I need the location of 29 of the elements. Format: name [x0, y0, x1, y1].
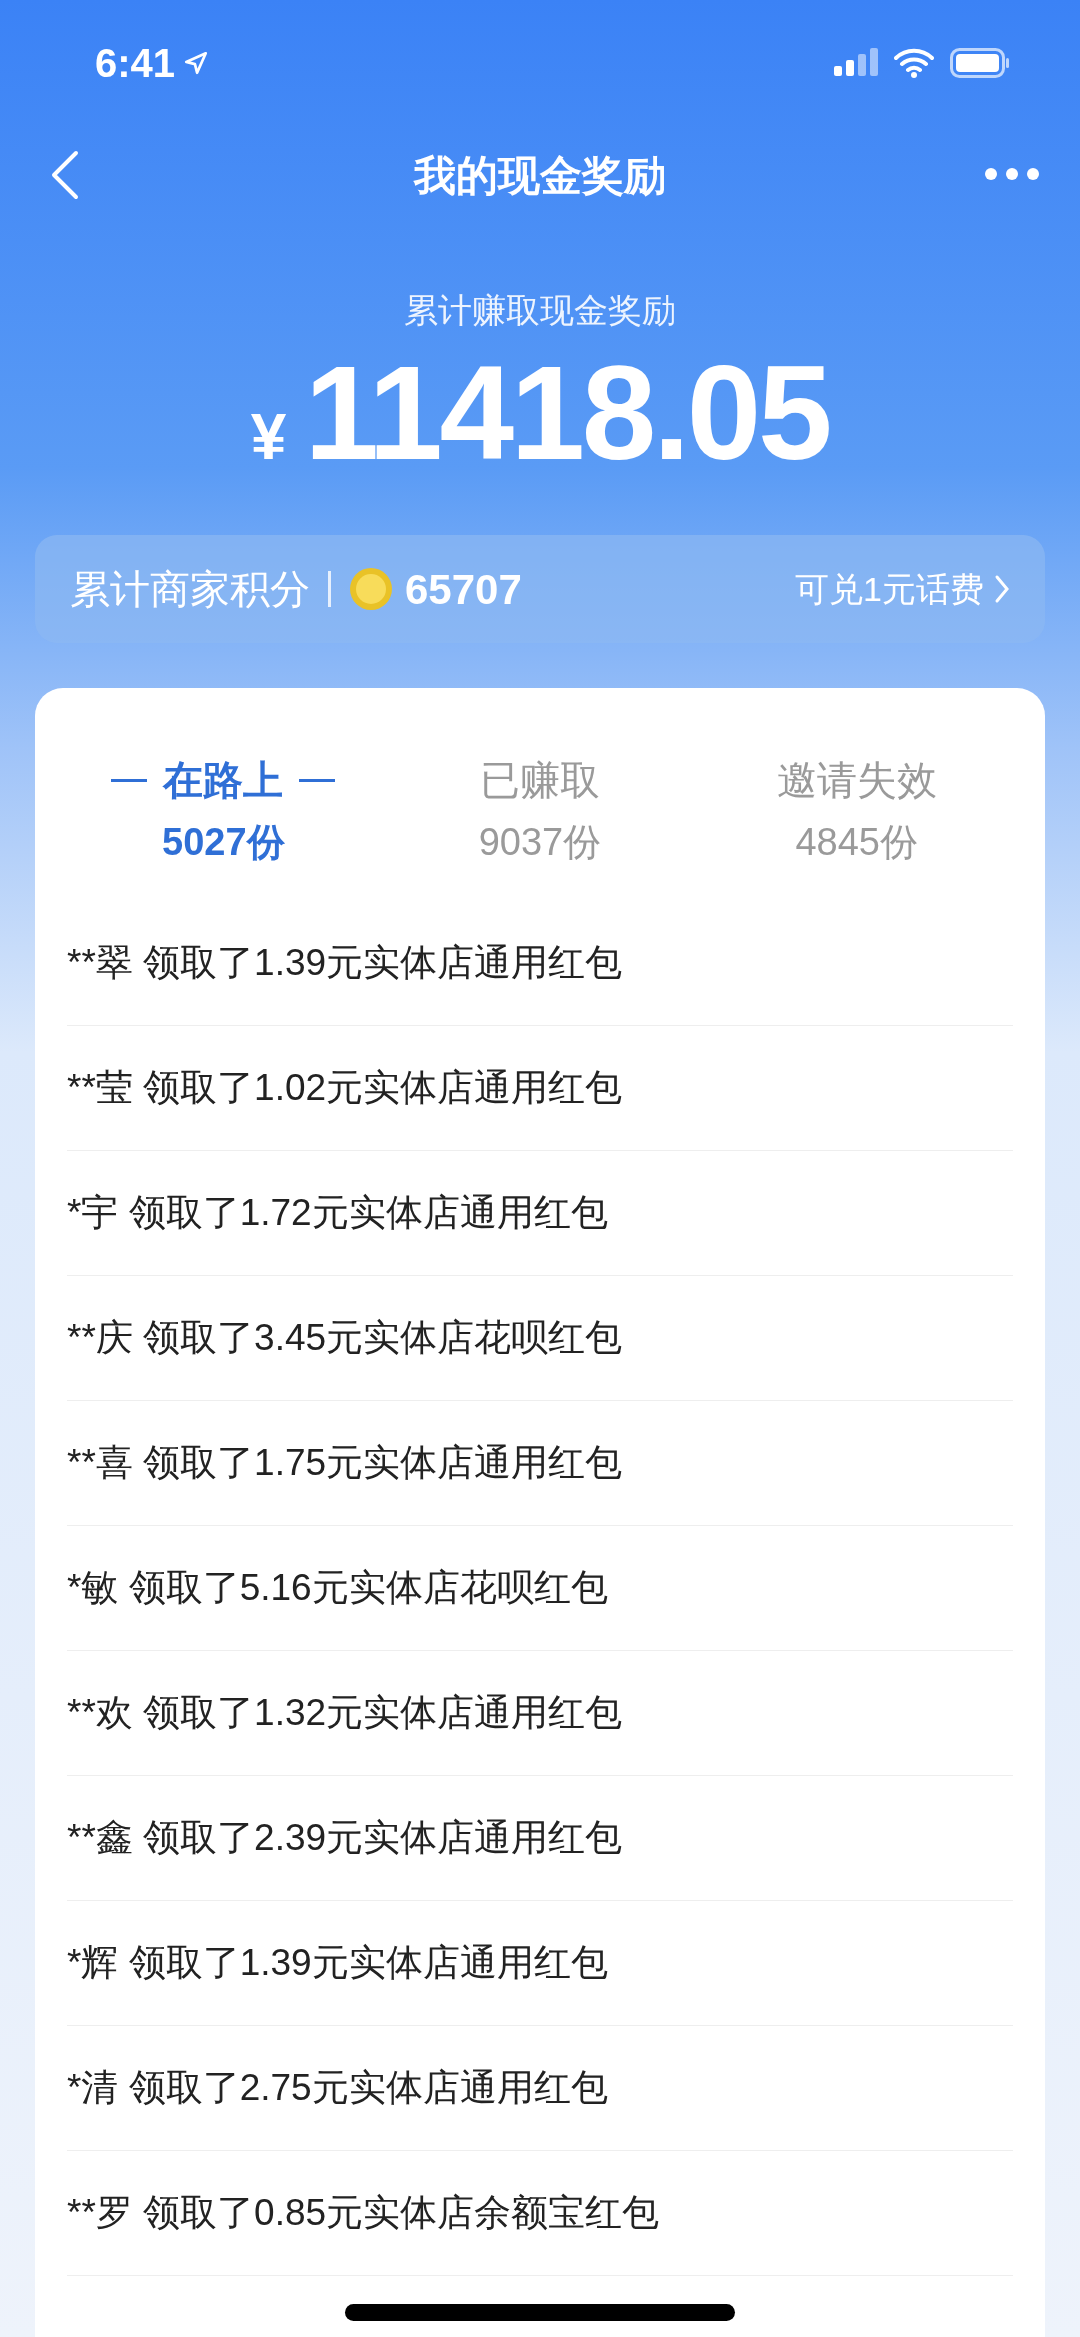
page-title: 我的现金奖励: [414, 150, 666, 201]
points-value: 65707: [405, 564, 522, 615]
status-time: 6:41: [95, 39, 176, 87]
summary-label: 累计赚取现金奖励: [404, 290, 676, 331]
record-text: **翠 领取了1.39元实体店通用红包: [67, 941, 623, 986]
record-text: **莹 领取了1.02元实体店通用红包: [67, 1066, 623, 1111]
location-arrow-icon: [183, 49, 210, 76]
record-text: *清 领取了2.75元实体店通用红包: [67, 2066, 608, 2111]
record-text: *辉 领取了1.39元实体店通用红包: [67, 1941, 608, 1986]
record-text: **喜 领取了1.75元实体店通用红包: [67, 1441, 623, 1486]
record-text: **欢 领取了1.32元实体店通用红包: [67, 1691, 623, 1736]
battery-icon: [950, 47, 1010, 78]
exchange-link[interactable]: 可兑1元话费: [795, 563, 984, 615]
record-text: *宇 领取了1.72元实体店通用红包: [67, 1191, 608, 1236]
record-text: *敏 领取了5.16元实体店花呗红包: [67, 1566, 608, 1611]
total-amount: 11418.05: [304, 346, 830, 480]
currency-symbol: ¥: [250, 400, 287, 475]
coin-icon: [349, 567, 393, 611]
chevron-right-icon: [994, 574, 1010, 604]
tab[interactable]: 邀请失效 4845份: [698, 750, 1015, 871]
points-bar[interactable]: 累计商家积分 65707 可兑1元话费: [35, 535, 1045, 643]
tab[interactable]: 已赚取 9037份: [381, 750, 699, 871]
wifi-icon: [894, 47, 934, 78]
points-label: 累计商家积分: [70, 566, 310, 613]
signal-icon: [834, 47, 878, 78]
record-text: **庆 领取了3.45元实体店花呗红包: [67, 1316, 623, 1361]
tab[interactable]: 在路上 5027份: [65, 750, 382, 871]
record-text: **鑫 领取了2.39元实体店通用红包: [67, 1816, 623, 1861]
record-text: **罗 领取了0.85元实体店余额宝红包: [67, 2191, 660, 2236]
